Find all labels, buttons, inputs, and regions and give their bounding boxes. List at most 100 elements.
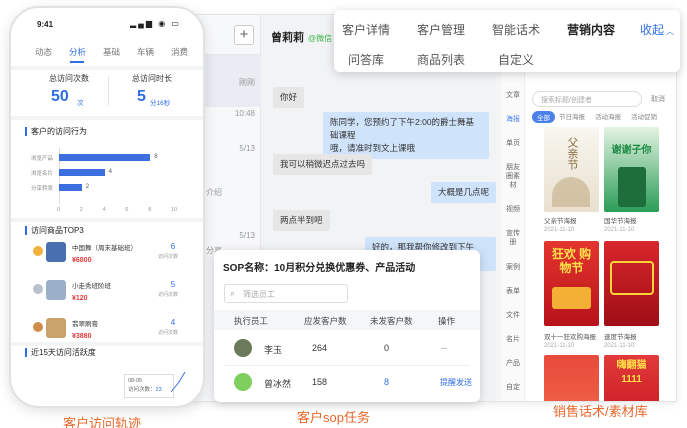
message-right: 陈同学，您预约了下午2:00的爵士舞基础课程 哦，请准时到文上课哦 bbox=[323, 112, 489, 159]
poster-caption: 双十一狂欢购海报 bbox=[544, 334, 596, 341]
caption-material-library: 销售话术/素材库 bbox=[553, 404, 648, 419]
product-price: ¥6800 bbox=[72, 257, 92, 264]
divider bbox=[11, 218, 203, 222]
product-thumbnail bbox=[46, 318, 66, 338]
tab-marketing-content[interactable]: 营销内容 bbox=[567, 21, 615, 38]
axis-tick-label: 4 bbox=[102, 207, 106, 213]
product-thumbnail bbox=[46, 242, 66, 262]
employee-search-input[interactable]: ⌕ 筛选员工 bbox=[224, 284, 348, 303]
product-name: 中国舞（周末基础班） bbox=[72, 245, 137, 252]
tooltip-label: 访问次数： bbox=[128, 387, 156, 393]
tab-product-list[interactable]: 商品列表 bbox=[417, 51, 465, 68]
visit-count: 6 bbox=[170, 242, 176, 251]
category-tab[interactable]: 单页 bbox=[501, 139, 525, 148]
poster-double-eleven[interactable]: 狂欢 购物节 bbox=[544, 241, 599, 326]
remind-send-link[interactable]: 提醒发送 bbox=[440, 377, 472, 388]
product-thumbnail bbox=[46, 280, 66, 300]
phone-tab[interactable]: 基础 bbox=[103, 46, 120, 58]
category-tab[interactable]: 文章 bbox=[501, 91, 525, 100]
poster-tab[interactable]: 活动海报 bbox=[595, 111, 621, 121]
category-tab-active[interactable]: 海报 bbox=[501, 115, 525, 124]
category-tab[interactable]: 文件 bbox=[501, 311, 525, 320]
add-conversation-button[interactable]: + bbox=[234, 25, 254, 45]
poster-fathers-day[interactable]: 父亲节 bbox=[544, 127, 599, 212]
poster-text: 嗨翻猫 1111 bbox=[616, 360, 647, 385]
trend-line bbox=[171, 371, 186, 393]
conversation-time: 刚刚 bbox=[239, 78, 255, 87]
visit-count: 5 bbox=[170, 280, 176, 289]
poster-caption: 父亲节海报 bbox=[544, 218, 577, 225]
category-tab[interactable]: 表单 bbox=[501, 287, 525, 296]
total-customers: 158 bbox=[312, 377, 328, 387]
poster-shopping-festival[interactable] bbox=[604, 241, 659, 326]
medal-icon bbox=[33, 284, 43, 294]
poster-caption: 国华节海报 bbox=[604, 218, 637, 225]
bar-label: 分享转发 bbox=[31, 186, 54, 192]
phone-tab-active[interactable]: 分析 bbox=[69, 46, 86, 58]
tab-qa-library[interactable]: 问答库 bbox=[348, 51, 384, 68]
message-right: 大概是几点呢 bbox=[431, 182, 496, 203]
category-tab[interactable]: 宣传册 bbox=[505, 229, 521, 247]
conversation-snippet: 介绍 bbox=[206, 188, 222, 197]
product-row[interactable]: 中国舞（周末基础班） ¥6800 6 访问次数 bbox=[31, 240, 191, 270]
section-title: 近15天访问活跃度 bbox=[25, 348, 96, 357]
medal-icon bbox=[33, 246, 43, 256]
phone-tab[interactable]: 动态 bbox=[35, 46, 52, 58]
poster-national-day[interactable]: 谢谢子你 bbox=[604, 127, 659, 212]
tooltip-value: 23 bbox=[155, 387, 162, 393]
visit-count: 4 bbox=[170, 318, 176, 327]
caption-sop-task: 客户sop任务 bbox=[297, 410, 370, 425]
phone-tab[interactable]: 车辆 bbox=[137, 46, 154, 58]
phone-tabs: 动态 分析 基础 车辆 消费 bbox=[11, 46, 203, 62]
tab-customer-detail[interactable]: 客户详情 bbox=[342, 21, 390, 38]
pending-customers: 8 bbox=[384, 377, 390, 387]
poster-date: 2021-11-10 bbox=[604, 227, 635, 233]
category-tab[interactable]: 自定 bbox=[501, 383, 525, 392]
tab-custom[interactable]: 自定义 bbox=[498, 51, 534, 68]
category-tab[interactable]: 产品 bbox=[501, 359, 525, 368]
product-name: 翡翠刷膏 bbox=[72, 321, 98, 328]
poster-date: 2021-11-10 bbox=[544, 227, 575, 233]
product-name: 小走秀班阶班 bbox=[72, 283, 111, 290]
search-icon: ⌕ bbox=[230, 288, 236, 298]
stat-value: 5 bbox=[137, 88, 146, 105]
material-category-tabs: 文章 海报 单页 朋友圈素材 视频 宣传册 案例 表单 文件 名片 产品 自定 bbox=[501, 71, 525, 401]
visit-count-label: 访问次数 bbox=[158, 292, 179, 298]
bar-value: 8 bbox=[154, 154, 158, 160]
visit-count-label: 访问次数 bbox=[158, 254, 179, 260]
table-header: 执行员工 应发客户数 未发客户数 操作 bbox=[214, 310, 480, 330]
product-row[interactable]: 小走秀班阶班 ¥120 5 访问次数 bbox=[31, 278, 191, 308]
poster-tab[interactable]: 节日海报 bbox=[559, 111, 585, 121]
material-search-input[interactable]: 搜索标题/创建者 bbox=[532, 91, 642, 107]
employee-name: 曾冰然 bbox=[264, 379, 292, 389]
bar bbox=[59, 154, 151, 161]
poster-preview[interactable]: 嗨翻猫 1111 bbox=[604, 355, 659, 401]
column-header: 执行员工 bbox=[234, 316, 269, 326]
poster-date: 2021-11-10 bbox=[604, 343, 635, 349]
signal-wifi-battery-icon: ▂▄▆ ◉ ▭ bbox=[130, 19, 181, 28]
table-row: 曾冰然 158 8 提醒发送 bbox=[214, 370, 480, 398]
poster-tab-all[interactable]: 全部 bbox=[532, 111, 555, 123]
category-tab[interactable]: 案例 bbox=[501, 263, 525, 272]
tab-customer-management[interactable]: 客户管理 bbox=[417, 21, 465, 38]
poster-text: 狂欢 购物节 bbox=[551, 247, 592, 275]
product-price: ¥120 bbox=[72, 295, 88, 302]
message-left: 两点半到吧 bbox=[273, 210, 330, 231]
composite-screenshot: + 刚刚 10:48 5/13 介绍 5/13 分享 曾莉莉 @微信 你好 陈同学… bbox=[0, 0, 687, 428]
category-tab[interactable]: 朋友圈素材 bbox=[503, 163, 523, 190]
poster-tab[interactable]: 活动促销 bbox=[631, 111, 657, 121]
stat-value: 50 bbox=[51, 88, 69, 105]
collapse-button[interactable]: 收起 ︿ bbox=[640, 21, 674, 38]
message-left: 我可以稍微迟点过去吗 bbox=[273, 154, 373, 175]
avatar bbox=[234, 373, 252, 391]
category-tab[interactable]: 视频 bbox=[501, 205, 525, 214]
bar bbox=[59, 169, 105, 176]
cancel-button[interactable]: 取消 bbox=[651, 94, 665, 104]
category-tab[interactable]: 名片 bbox=[501, 335, 525, 344]
phone-tab[interactable]: 消费 bbox=[171, 46, 188, 58]
chevron-up-icon: ︿ bbox=[666, 27, 675, 36]
tab-smart-script[interactable]: 智能话术 bbox=[492, 21, 540, 38]
divider bbox=[11, 66, 203, 70]
caption-visit-trace: 客户访问轨迹 bbox=[63, 416, 142, 428]
poster-preview[interactable] bbox=[544, 355, 599, 401]
